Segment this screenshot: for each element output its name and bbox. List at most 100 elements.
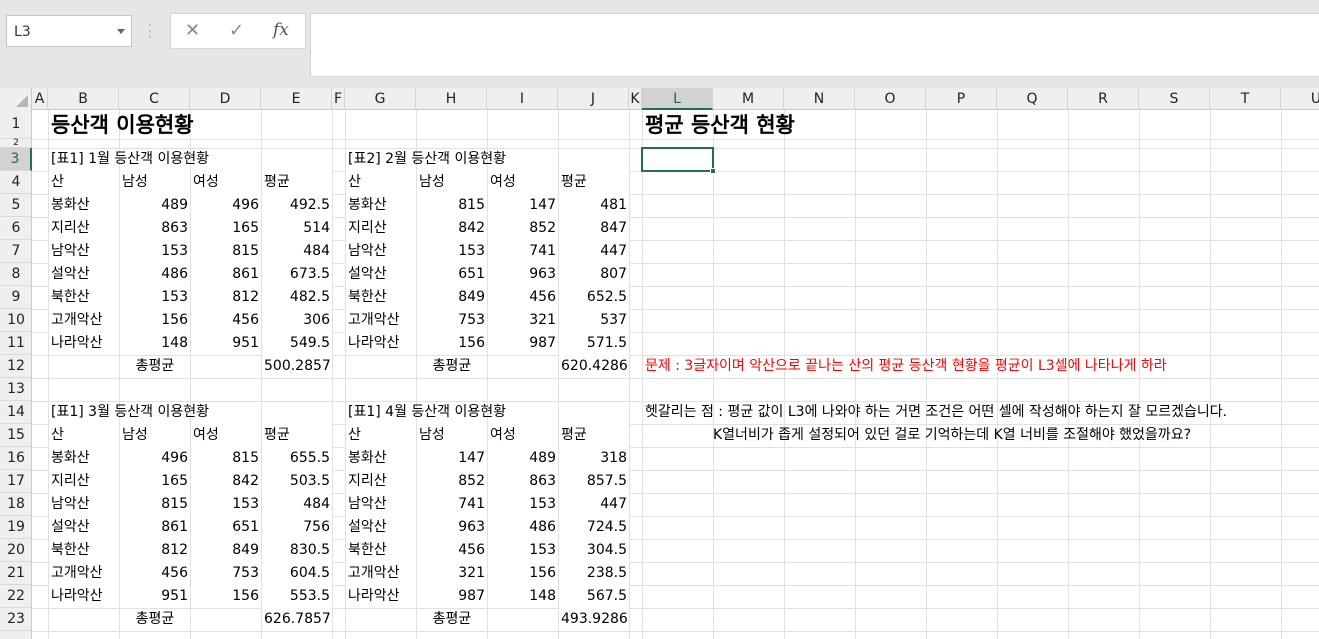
- row-header-21[interactable]: 21: [0, 562, 32, 585]
- mountain-name-cell[interactable]: 북한산: [346, 286, 416, 309]
- row-header-11[interactable]: 11: [0, 332, 32, 355]
- table-header[interactable]: 산: [346, 171, 416, 194]
- table-caption[interactable]: [표1] 4월 등산객 이용현황: [346, 401, 629, 424]
- column-header-k[interactable]: K: [629, 88, 642, 110]
- table-caption[interactable]: [표2] 2월 등산객 이용현황: [346, 148, 629, 171]
- value-cell[interactable]: 842: [191, 470, 261, 493]
- row-header-5[interactable]: 5: [0, 194, 32, 217]
- table-header[interactable]: 남성: [120, 424, 190, 447]
- table-header[interactable]: 산: [49, 171, 119, 194]
- mountain-name-cell[interactable]: 지리산: [49, 217, 119, 240]
- column-header-n[interactable]: N: [784, 88, 855, 110]
- value-cell[interactable]: 652.5: [559, 286, 629, 309]
- mountain-name-cell[interactable]: 고개악산: [346, 309, 416, 332]
- table-header[interactable]: 남성: [417, 424, 487, 447]
- total-label-cell[interactable]: 총평균: [346, 608, 558, 631]
- mountain-name-cell[interactable]: 봉화산: [49, 194, 119, 217]
- value-cell[interactable]: 447: [559, 493, 629, 516]
- value-cell[interactable]: 857.5: [559, 470, 629, 493]
- table-header[interactable]: 평균: [559, 171, 629, 194]
- row-header-9[interactable]: 9: [0, 286, 32, 309]
- value-cell[interactable]: 549.5: [262, 332, 332, 355]
- table-caption[interactable]: [표1] 1월 등산객 이용현황: [49, 148, 332, 171]
- value-cell[interactable]: 156: [191, 585, 261, 608]
- mountain-name-cell[interactable]: 나라악산: [49, 332, 119, 355]
- value-cell[interactable]: 492.5: [262, 194, 332, 217]
- value-cell[interactable]: 456: [417, 539, 487, 562]
- total-value-cell[interactable]: 493.9286: [559, 608, 629, 631]
- sheet-title[interactable]: 등산객 이용현황: [49, 112, 332, 138]
- table-header[interactable]: 평균: [262, 171, 332, 194]
- value-cell[interactable]: 503.5: [262, 470, 332, 493]
- value-cell[interactable]: 456: [191, 309, 261, 332]
- table-header[interactable]: 산: [346, 424, 416, 447]
- value-cell[interactable]: 484: [262, 240, 332, 263]
- value-cell[interactable]: 153: [120, 286, 190, 309]
- table-header[interactable]: 여성: [191, 424, 261, 447]
- value-cell[interactable]: 741: [417, 493, 487, 516]
- value-cell[interactable]: 951: [191, 332, 261, 355]
- row-header-20[interactable]: 20: [0, 539, 32, 562]
- mountain-name-cell[interactable]: 남악산: [346, 240, 416, 263]
- row-header-18[interactable]: 18: [0, 493, 32, 516]
- column-header-g[interactable]: G: [345, 88, 416, 110]
- value-cell[interactable]: 852: [488, 217, 558, 240]
- value-cell[interactable]: 537: [559, 309, 629, 332]
- note-line-2[interactable]: K열너비가 좁게 설정되어 있던 걸로 기억하는데 K열 너비를 조절해야 했었…: [643, 424, 1319, 447]
- table-header[interactable]: 남성: [417, 171, 487, 194]
- column-header-j[interactable]: J: [558, 88, 629, 110]
- value-cell[interactable]: 306: [262, 309, 332, 332]
- value-cell[interactable]: 321: [417, 562, 487, 585]
- mountain-name-cell[interactable]: 고개악산: [49, 562, 119, 585]
- value-cell[interactable]: 604.5: [262, 562, 332, 585]
- value-cell[interactable]: 756: [262, 516, 332, 539]
- column-header-q[interactable]: Q: [997, 88, 1068, 110]
- value-cell[interactable]: 847: [559, 217, 629, 240]
- row-header-10[interactable]: 10: [0, 309, 32, 332]
- total-label-cell[interactable]: 총평균: [49, 355, 261, 378]
- table-caption[interactable]: [표1] 3월 등산객 이용현황: [49, 401, 332, 424]
- value-cell[interactable]: 147: [417, 447, 487, 470]
- column-header-o[interactable]: O: [855, 88, 926, 110]
- value-cell[interactable]: 753: [417, 309, 487, 332]
- column-header-p[interactable]: P: [926, 88, 997, 110]
- value-cell[interactable]: 304.5: [559, 539, 629, 562]
- value-cell[interactable]: 861: [191, 263, 261, 286]
- value-cell[interactable]: 863: [120, 217, 190, 240]
- value-cell[interactable]: 148: [488, 585, 558, 608]
- mountain-name-cell[interactable]: 설악산: [346, 516, 416, 539]
- value-cell[interactable]: 807: [559, 263, 629, 286]
- column-header-d[interactable]: D: [190, 88, 261, 110]
- mountain-name-cell[interactable]: 나라악산: [346, 585, 416, 608]
- mountain-name-cell[interactable]: 남악산: [346, 493, 416, 516]
- value-cell[interactable]: 489: [488, 447, 558, 470]
- row-header-8[interactable]: 8: [0, 263, 32, 286]
- table-header[interactable]: 산: [49, 424, 119, 447]
- value-cell[interactable]: 153: [191, 493, 261, 516]
- value-cell[interactable]: 673.5: [262, 263, 332, 286]
- value-cell[interactable]: 815: [417, 194, 487, 217]
- column-header-r[interactable]: R: [1068, 88, 1139, 110]
- mountain-name-cell[interactable]: 나라악산: [49, 585, 119, 608]
- row-header-14[interactable]: 14: [0, 401, 32, 424]
- value-cell[interactable]: 842: [417, 217, 487, 240]
- table-header[interactable]: 평균: [559, 424, 629, 447]
- value-cell[interactable]: 852: [417, 470, 487, 493]
- value-cell[interactable]: 153: [488, 539, 558, 562]
- value-cell[interactable]: 861: [120, 516, 190, 539]
- cell-area[interactable]: 등산객 이용현황 평균 등산객 현황 [표1] 1월 등산객 이용현황 산 남성 여성 평균…: [32, 110, 1319, 639]
- value-cell[interactable]: 812: [191, 286, 261, 309]
- column-header-e[interactable]: E: [261, 88, 332, 110]
- row-header-1[interactable]: 1: [0, 110, 32, 139]
- value-cell[interactable]: 156: [120, 309, 190, 332]
- mountain-name-cell[interactable]: 고개악산: [346, 562, 416, 585]
- row-header-4[interactable]: 4: [0, 171, 32, 194]
- mountain-name-cell[interactable]: 설악산: [346, 263, 416, 286]
- column-header-m[interactable]: M: [713, 88, 784, 110]
- value-cell[interactable]: 815: [191, 240, 261, 263]
- value-cell[interactable]: 496: [191, 194, 261, 217]
- value-cell[interactable]: 456: [488, 286, 558, 309]
- value-cell[interactable]: 863: [488, 470, 558, 493]
- table-header[interactable]: 여성: [191, 171, 261, 194]
- row-header-16[interactable]: 16: [0, 447, 32, 470]
